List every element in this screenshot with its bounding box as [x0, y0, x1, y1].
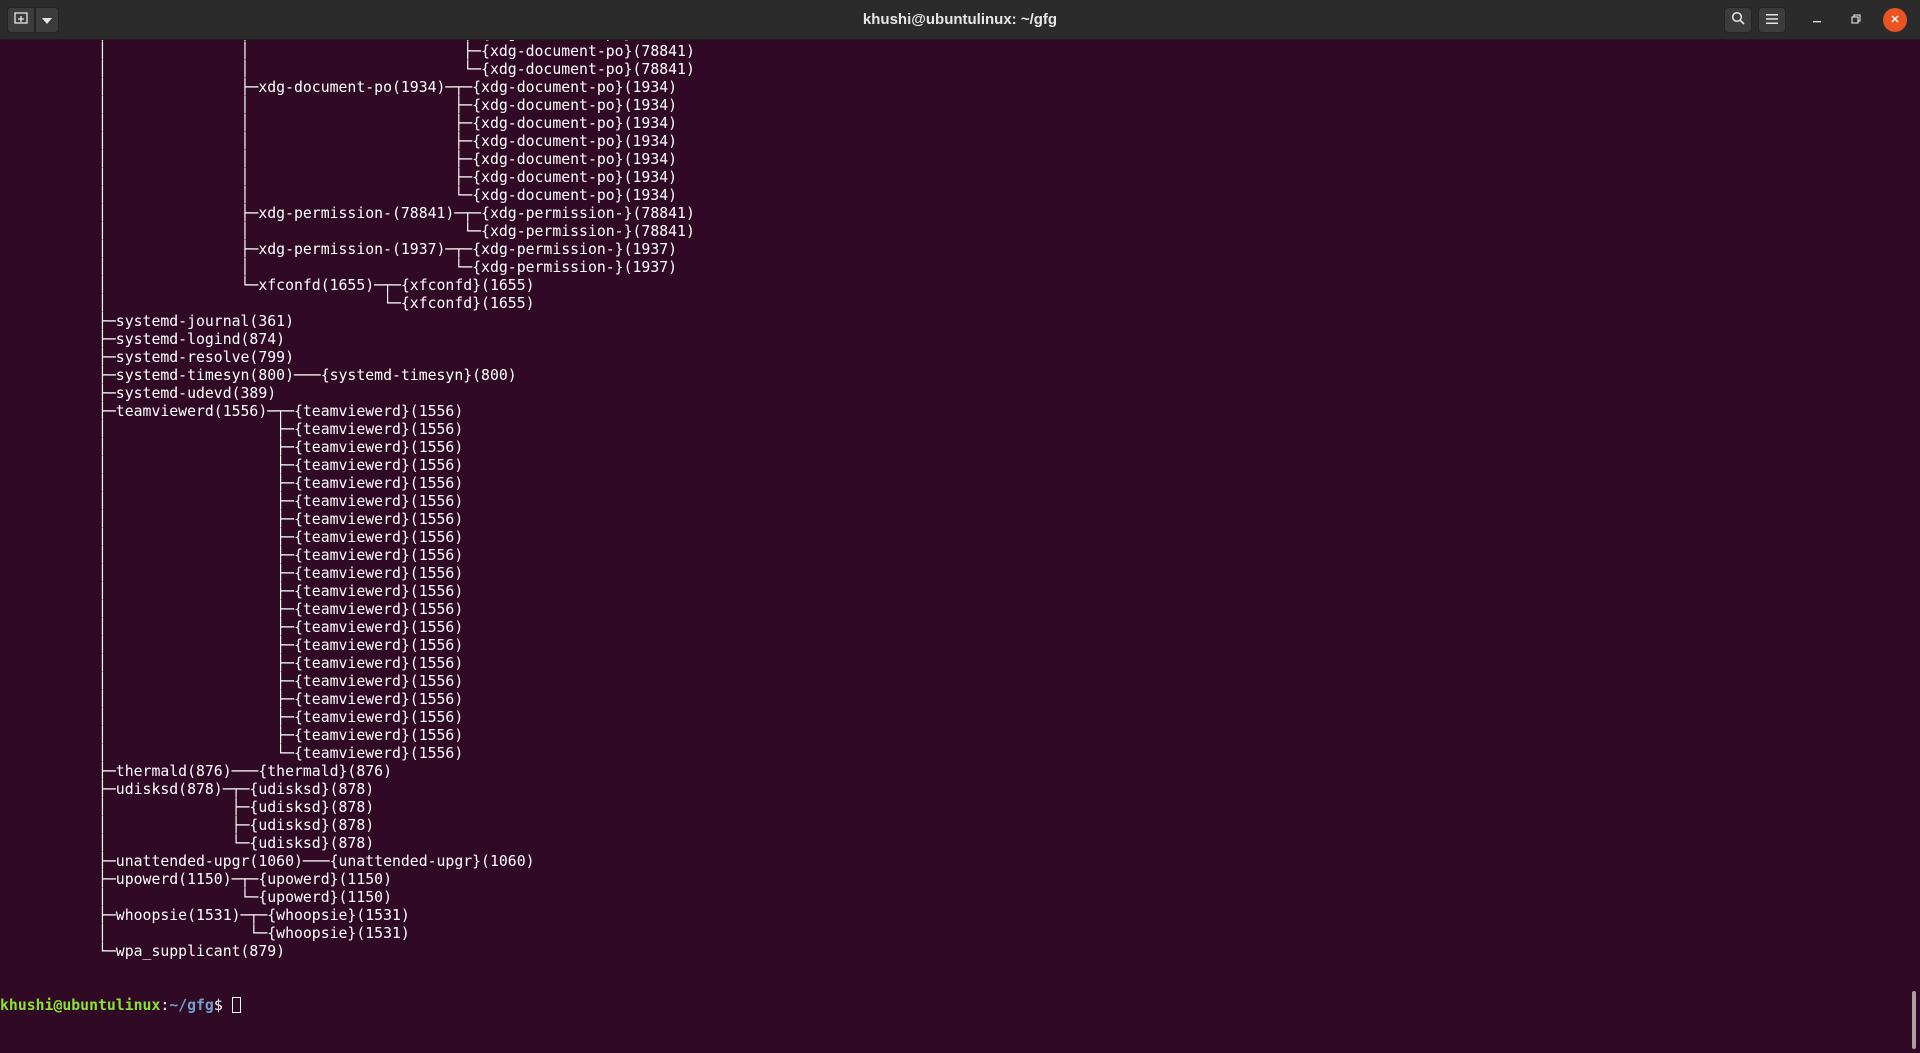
minimize-button[interactable]: [1805, 8, 1829, 32]
terminal-line: │ ├─{teamviewerd}(1556): [0, 619, 464, 636]
terminal-line: │ │ └─{xdg-permission-}(1937): [0, 259, 678, 276]
terminal-window: khushi@ubuntulinux: ~/gfg │ │ ├─{xdg-doc…: [0, 0, 1920, 1053]
terminal-line: │ │ ├─{xdg-document-po}(1934): [0, 97, 678, 114]
terminal-line: │ └─{xfconfd}(1655): [0, 295, 535, 312]
terminal-line: │ │ ├─{xdg-document-po}(1934): [0, 133, 678, 150]
terminal-line: ├─whoopsie(1531)─┬─{whoopsie}(1531): [0, 907, 410, 924]
terminal-line: │ ├─xdg-permission-(1937)─┬─{xdg-permiss…: [0, 241, 678, 258]
terminal-line: │ └─xfconfd(1655)─┬─{xfconfd}(1655): [0, 277, 535, 294]
terminal-line: └─wpa_supplicant(879): [0, 943, 286, 960]
terminal-line: ├─teamviewerd(1556)─┬─{teamviewerd}(1556…: [0, 403, 464, 420]
window-title: khushi@ubuntulinux: ~/gfg: [862, 11, 1058, 28]
terminal-line: │ └─{teamviewerd}(1556): [0, 745, 464, 762]
terminal-line: │ ├─{teamviewerd}(1556): [0, 601, 464, 618]
search-button[interactable]: [1724, 7, 1752, 33]
title-bar[interactable]: khushi@ubuntulinux: ~/gfg: [0, 0, 1920, 40]
hamburger-menu-icon: [1766, 11, 1778, 29]
terminal-line: │ ├─{teamviewerd}(1556): [0, 547, 464, 564]
terminal-line: │ │ ├─{xdg-document-po}(1934): [0, 151, 678, 168]
terminal-line: │ ├─xdg-document-po(1934)─┬─{xdg-documen…: [0, 79, 678, 96]
prompt-user-host: khushi@ubuntulinux: [0, 997, 161, 1014]
terminal-line: │ │ └─{xdg-document-po}(78841): [0, 61, 695, 78]
terminal-line: │ ├─{teamviewerd}(1556): [0, 565, 464, 582]
terminal-line: ├─unattended-upgr(1060)───{unattended-up…: [0, 853, 535, 870]
terminal-line: │ │ └─{xdg-document-po}(1934): [0, 187, 678, 204]
close-icon: [1890, 11, 1900, 29]
terminal-line: │ ├─{teamviewerd}(1556): [0, 727, 464, 744]
terminal-line: │ ├─{teamviewerd}(1556): [0, 529, 464, 546]
terminal-line: ├─udisksd(878)─┬─{udisksd}(878): [0, 781, 375, 798]
prompt-colon: :: [160, 997, 170, 1014]
terminal-line: │ └─{upowerd}(1150): [0, 889, 392, 906]
terminal-line: │ └─{whoopsie}(1531): [0, 925, 410, 942]
prompt-path: ~/gfg: [169, 997, 214, 1014]
terminal-line: │ ├─{teamviewerd}(1556): [0, 457, 464, 474]
terminal-line: │ ├─{teamviewerd}(1556): [0, 421, 464, 438]
terminal-line: ├─systemd-resolve(799): [0, 349, 294, 366]
terminal-output-area[interactable]: │ │ └─{xdg-desktop-por}(1946) │ ├─xdg-do…: [0, 40, 1908, 1053]
restore-icon: [1851, 11, 1861, 29]
terminal-line: ├─systemd-udevd(389): [0, 385, 277, 402]
text-cursor: [231, 997, 241, 1013]
terminal-line: │ ├─{teamviewerd}(1556): [0, 439, 464, 456]
search-icon: [1731, 11, 1745, 30]
menu-button[interactable]: [1758, 7, 1786, 33]
terminal-line: │ ├─{teamviewerd}(1556): [0, 655, 464, 672]
prompt-dollar: $: [213, 997, 232, 1014]
scrollbar-thumb[interactable]: [1912, 991, 1916, 1049]
restore-button[interactable]: [1844, 8, 1868, 32]
terminal-line: │ ├─{teamviewerd}(1556): [0, 511, 464, 528]
terminal-line: │ ├─{udisksd}(878): [0, 799, 375, 816]
terminal-line: ├─systemd-logind(874): [0, 331, 286, 348]
terminal-line: │ ├─{teamviewerd}(1556): [0, 583, 464, 600]
terminal-line: │ └─{udisksd}(878): [0, 835, 375, 852]
terminal-line: │ │ ├─{xdg-document-po}(78841): [0, 43, 695, 60]
terminal-line: │ ├─{udisksd}(878): [0, 817, 375, 834]
command-prompt[interactable]: khushi@ubuntulinux:~/gfg$: [0, 997, 695, 1015]
terminal-line: │ │ ├─{xdg-document-po}(1934): [0, 169, 678, 186]
terminal-line: │ │ └─{xdg-permission-}(78841): [0, 223, 695, 240]
terminal-line: │ ├─{teamviewerd}(1556): [0, 475, 464, 492]
terminal-line: │ ├─{teamviewerd}(1556): [0, 673, 464, 690]
terminal-line: │ ├─{teamviewerd}(1556): [0, 709, 464, 726]
close-button[interactable]: [1883, 8, 1907, 32]
minimize-icon: [1812, 11, 1822, 29]
terminal-line: │ │ ├─{xdg-document-po}(1934): [0, 115, 678, 132]
terminal-line: ├─systemd-journal(361): [0, 313, 294, 330]
terminal-line: ├─thermald(876)───{thermald}(876): [0, 763, 392, 780]
terminal-line: ├─systemd-timesyn(800)───{systemd-timesy…: [0, 367, 517, 384]
process-tree-output: │ │ └─{xdg-desktop-por}(1946) │ ├─xdg-do…: [0, 40, 695, 961]
terminal-text: │ │ └─{xdg-desktop-por}(1946) │ ├─xdg-do…: [0, 40, 695, 1051]
terminal-line: │ ├─{teamviewerd}(1556): [0, 493, 464, 510]
terminal-line: │ ├─{teamviewerd}(1556): [0, 691, 464, 708]
terminal-line: │ ├─xdg-permission-(78841)─┬─{xdg-permis…: [0, 205, 695, 222]
terminal-line: │ ├─{teamviewerd}(1556): [0, 637, 464, 654]
terminal-line: ├─upowerd(1150)─┬─{upowerd}(1150): [0, 871, 392, 888]
